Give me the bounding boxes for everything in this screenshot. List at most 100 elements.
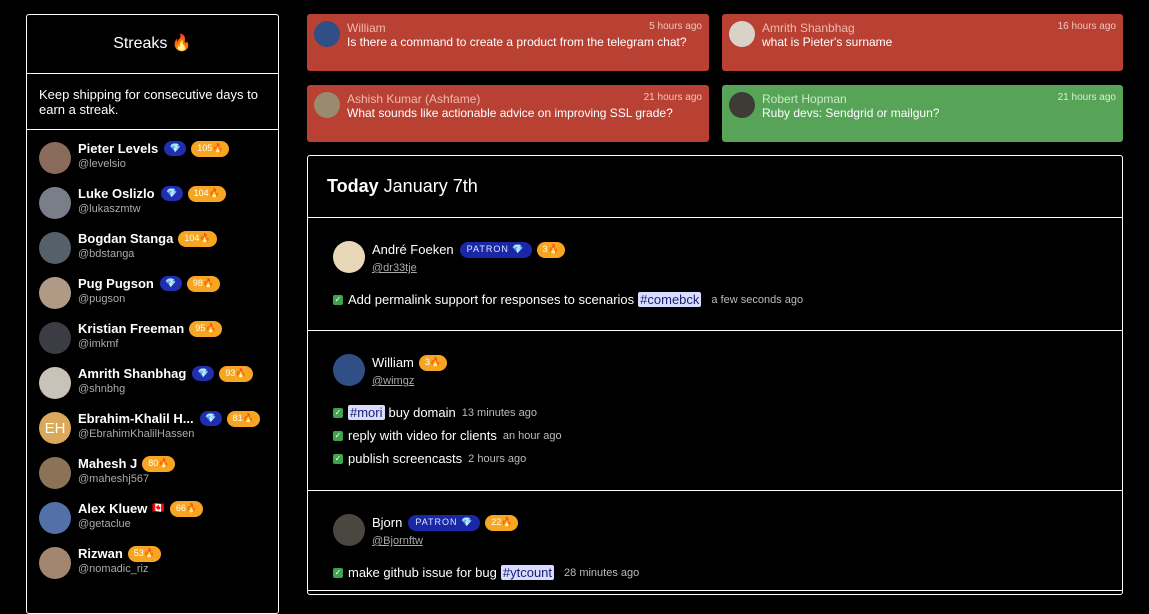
streak-user-line: Luke Oslizlo 💎 104🔥 — [78, 185, 226, 202]
streak-user-line: Bogdan Stanga 104🔥 — [78, 230, 217, 247]
avatar — [39, 547, 71, 579]
user-name[interactable]: Pieter Levels — [78, 141, 158, 156]
chat-message[interactable]: Robert Hopman 21 hours ago Ruby devs: Send… — [722, 85, 1123, 142]
avatar: EH — [39, 412, 71, 444]
user-name[interactable]: Kristian Freeman — [78, 321, 184, 336]
avatar[interactable] — [333, 354, 365, 386]
feed-entry: Bjorn PATRON 💎 22🔥 @Bjornftw ✓ make github is… — [308, 491, 1122, 591]
streak-user-line: Kristian Freeman 95🔥 — [78, 320, 223, 337]
user-name[interactable]: Mahesh J — [78, 456, 137, 471]
entry-user: William 3🔥 @wimgz — [333, 354, 1122, 389]
user-handle[interactable]: @pugson — [78, 293, 220, 305]
streak-user-info: Amrith Shanbhag 💎 93🔥 @shnbhg — [78, 365, 253, 395]
chat-message[interactable]: William 5 hours ago Is there a command to … — [307, 14, 709, 71]
chat-message[interactable]: Ashish Kumar (Ashfame) 21 hours ago What s… — [307, 85, 709, 142]
avatar — [314, 21, 340, 47]
feed-entry: André Foeken PATRON 💎 3🔥 @dr33tje ✓ Add perma… — [308, 218, 1122, 331]
streak-user-item[interactable]: Rizwan 53🔥 @nomadic_riz — [27, 545, 278, 590]
user-name[interactable]: Ebrahim-Khalil H... — [78, 411, 194, 426]
project-tag[interactable]: #comebck — [638, 292, 702, 307]
streak-user-item[interactable]: Amrith Shanbhag 💎 93🔥 @shnbhg — [27, 365, 278, 410]
avatar[interactable] — [333, 514, 365, 546]
streak-user-item[interactable]: EH Ebrahim-Khalil H... 💎 81🔥 @EbrahimKhalilH… — [27, 410, 278, 455]
streak-user-info: Ebrahim-Khalil H... 💎 81🔥 @EbrahimKhalilHas… — [78, 410, 260, 440]
user-name[interactable]: William — [372, 355, 414, 370]
streak-user-item[interactable]: Alex Kluew 🇨🇦 66🔥 @getaclue — [27, 500, 278, 545]
streak-user-item[interactable]: Pug Pugson 💎 98🔥 @pugson — [27, 275, 278, 320]
task-time: 2 hours ago — [468, 452, 527, 465]
streak-user-item[interactable]: Luke Oslizlo 💎 104🔥 @lukaszmtw — [27, 185, 278, 230]
user-handle[interactable]: @levelsio — [78, 158, 229, 170]
user-name[interactable]: Rizwan — [78, 546, 123, 561]
task-text: make github issue for bug — [348, 565, 497, 580]
user-handle[interactable]: @wimgz — [372, 375, 414, 387]
user-handle[interactable]: @dr33tje — [372, 262, 417, 274]
streak-user-line: Rizwan 53🔥 — [78, 545, 162, 562]
user-name[interactable]: André Foeken — [372, 242, 454, 257]
streak-user-info: Bogdan Stanga 104🔥 @bdstanga — [78, 230, 217, 260]
feed-day-label: Today — [327, 176, 379, 196]
message-text: Ruby devs: Sendgrid or mailgun? — [762, 106, 940, 120]
user-handle[interactable]: @maheshj567 — [78, 473, 175, 485]
streak-user-item[interactable]: Pieter Levels 💎 105🔥 @levelsio — [27, 140, 278, 185]
streak-badge: 93🔥 — [219, 365, 253, 382]
avatar — [39, 187, 71, 219]
task-list: ✓ Add permalink support for responses to … — [333, 288, 1122, 311]
user-name[interactable]: Alex Kluew — [78, 501, 147, 516]
fire-icon: 🔥 — [171, 35, 192, 52]
streak-user-line: Alex Kluew 🇨🇦 66🔥 — [78, 500, 204, 517]
streaks-title-text: Streaks — [113, 35, 168, 52]
task-item: ✓ #mori buy domain 13 minutes ago — [333, 401, 1122, 424]
streak-badge: 22🔥 — [485, 514, 519, 531]
user-handle[interactable]: @getaclue — [78, 518, 203, 530]
message-time: 21 hours ago — [643, 92, 702, 103]
user-handle[interactable]: @imkmf — [78, 338, 222, 350]
streaks-list: Pieter Levels 💎 105🔥 @levelsio Luke Oslizlo 💎… — [27, 130, 278, 590]
streak-user-item[interactable]: Kristian Freeman 95🔥 @imkmf — [27, 320, 278, 365]
user-name[interactable]: Bjorn — [372, 515, 402, 530]
user-name[interactable]: Amrith Shanbhag — [78, 366, 186, 381]
user-handle[interactable]: @bdstanga — [78, 248, 217, 260]
project-tag[interactable]: #mori — [348, 405, 385, 420]
gem-icon: 💎 — [199, 411, 222, 426]
streak-badge: 81🔥 — [226, 410, 260, 427]
avatar — [39, 322, 71, 354]
project-tag[interactable]: #ytcount — [500, 565, 555, 580]
streak-user-item[interactable]: Mahesh J 80🔥 @maheshj567 — [27, 455, 278, 500]
user-handle[interactable]: @nomadic_riz — [78, 563, 161, 575]
message-author: William — [347, 21, 386, 35]
streak-user-info: Kristian Freeman 95🔥 @imkmf — [78, 320, 223, 350]
user-handle[interactable]: @lukaszmtw — [78, 203, 226, 215]
user-name[interactable]: Pug Pugson — [78, 276, 154, 291]
check-icon: ✓ — [333, 294, 343, 305]
streak-badge: 66🔥 — [169, 500, 204, 517]
avatar — [39, 232, 71, 264]
streak-badge: 104🔥 — [178, 230, 217, 247]
user-name[interactable]: Luke Oslizlo — [78, 186, 155, 201]
gem-icon: 💎 — [159, 276, 182, 291]
streak-badge: 105🔥 — [191, 140, 230, 157]
task-text: buy domain — [388, 405, 456, 420]
chat-message[interactable]: Amrith Shanbhag 16 hours ago what is Piete… — [722, 14, 1123, 71]
message-time: 21 hours ago — [1057, 92, 1116, 103]
feed-date-header: Today January 7th — [308, 156, 1122, 218]
streak-badge: 53🔥 — [127, 545, 162, 562]
streak-user-info: Mahesh J 80🔥 @maheshj567 — [78, 455, 176, 485]
streak-user-line: Ebrahim-Khalil H... 💎 81🔥 — [78, 410, 260, 427]
user-handle[interactable]: @EbrahimKhalilHassen — [78, 428, 260, 440]
task-list: ✓ #mori buy domain 13 minutes ago ✓ reply wit… — [333, 401, 1122, 470]
streak-badge: 3🔥 — [418, 354, 448, 371]
entry-user-info: Bjorn PATRON 💎 22🔥 @Bjornftw — [372, 514, 519, 549]
task-item: ✓ publish screencasts 2 hours ago — [333, 447, 1122, 470]
check-icon: ✓ — [333, 453, 343, 464]
message-time: 16 hours ago — [1057, 21, 1116, 32]
gem-icon: 💎 — [164, 141, 187, 156]
feed-date: January 7th — [383, 176, 478, 196]
user-handle[interactable]: @Bjornftw — [372, 535, 423, 547]
user-handle[interactable]: @shnbhg — [78, 383, 253, 395]
user-name[interactable]: Bogdan Stanga — [78, 231, 173, 246]
avatar[interactable] — [333, 241, 365, 273]
task-text: publish screencasts — [348, 451, 463, 466]
gem-icon: 💎 — [192, 366, 215, 381]
streak-user-item[interactable]: Bogdan Stanga 104🔥 @bdstanga — [27, 230, 278, 275]
